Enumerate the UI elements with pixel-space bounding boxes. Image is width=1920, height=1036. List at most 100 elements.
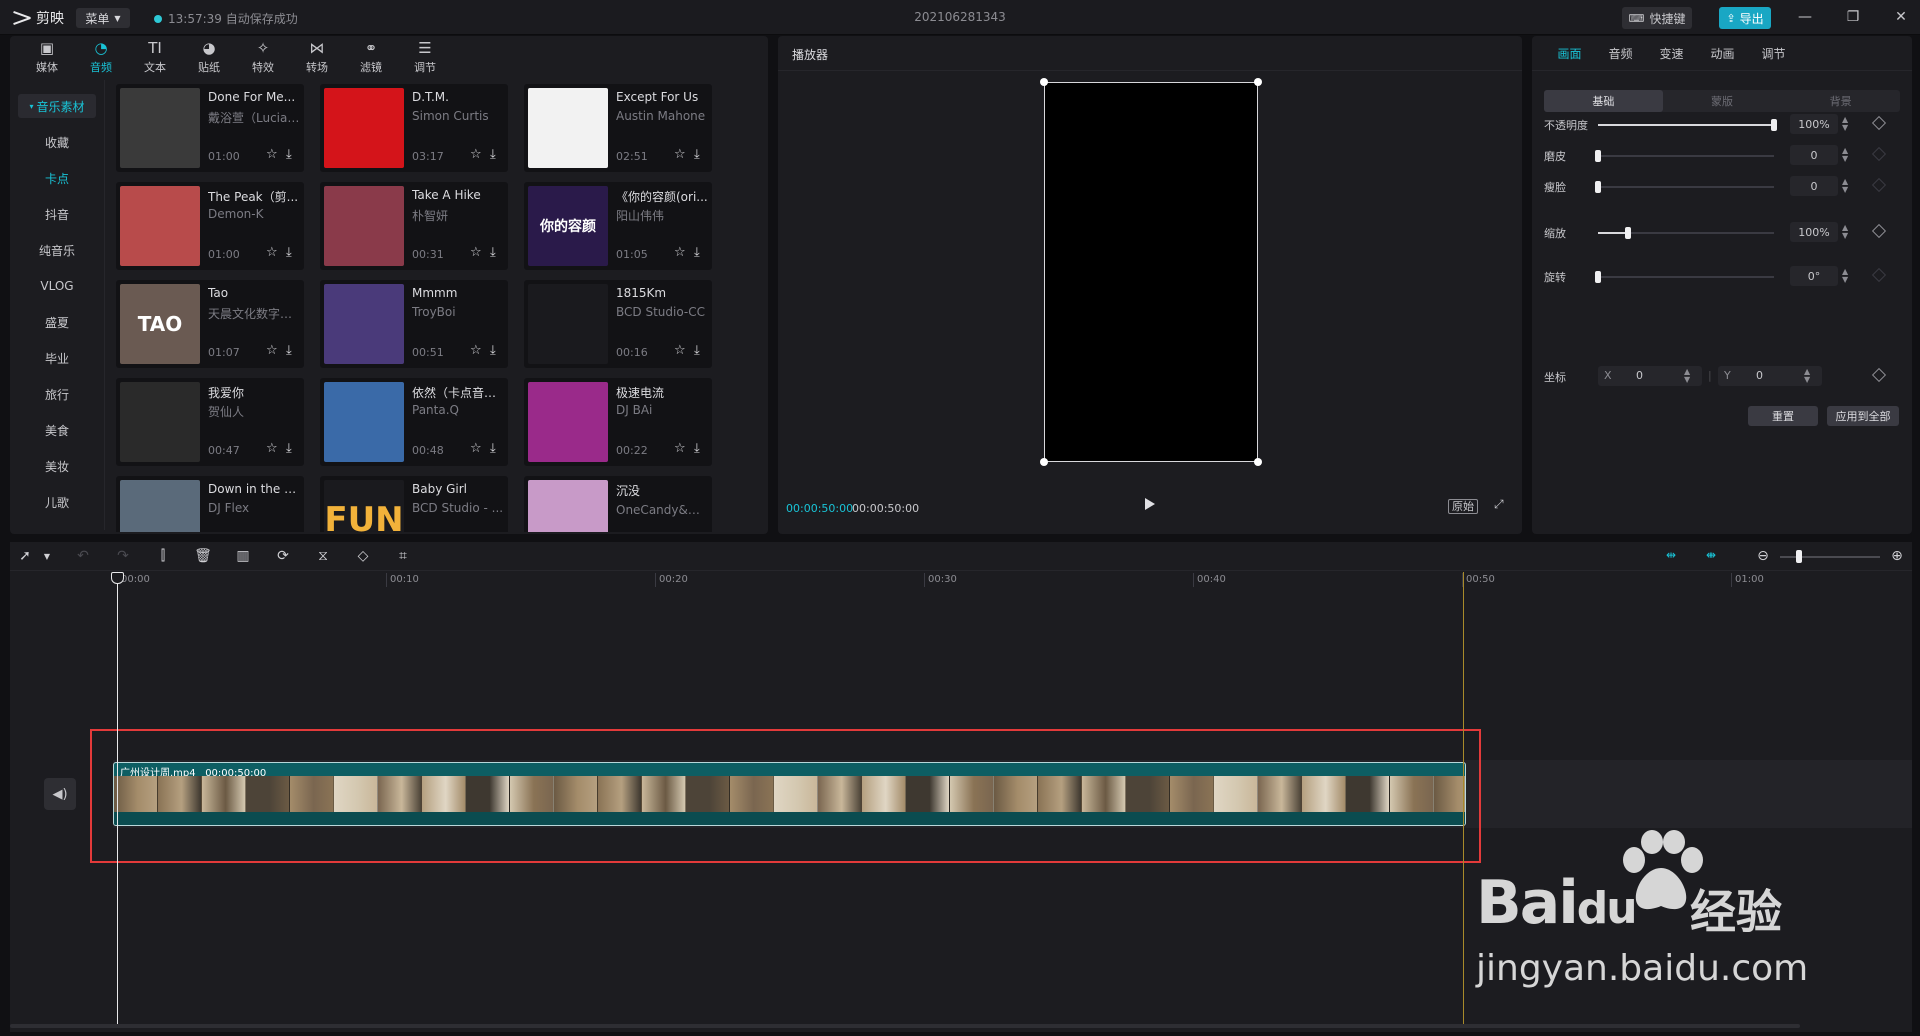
resize-handle[interactable] bbox=[1254, 78, 1262, 86]
music-card[interactable]: 我爱你 贺仙人 00:47 ☆ ⤓ bbox=[116, 378, 304, 466]
delete-icon[interactable]: 🗑 bbox=[194, 547, 212, 565]
stepper-icon[interactable]: ▲ ▼ bbox=[1684, 368, 1690, 384]
category-item[interactable]: 抖音 bbox=[10, 196, 104, 232]
property-slider[interactable] bbox=[1595, 181, 1774, 193]
snap-icon[interactable]: ⇹ bbox=[1662, 548, 1680, 562]
undo-icon[interactable]: ↶ bbox=[74, 547, 92, 565]
minimize-icon[interactable]: — bbox=[1790, 6, 1820, 28]
favorite-star-icon[interactable]: ☆ bbox=[470, 343, 482, 358]
sub-tab-basic[interactable]: 基础 bbox=[1544, 90, 1663, 112]
property-slider[interactable] bbox=[1598, 227, 1774, 239]
favorite-star-icon[interactable]: ☆ bbox=[470, 441, 482, 456]
tab-audio[interactable]: 音频 bbox=[1595, 36, 1646, 70]
linkage-icon[interactable]: ⇼ bbox=[1702, 548, 1720, 562]
tab-text[interactable]: TI 文本 bbox=[128, 36, 182, 78]
property-value-field[interactable]: 0° bbox=[1790, 266, 1838, 286]
shortcut-button[interactable]: ⌨ 快捷键 bbox=[1622, 7, 1692, 29]
keyframe-icon[interactable] bbox=[1871, 146, 1887, 162]
download-icon[interactable]: ⤓ bbox=[490, 147, 496, 162]
music-card[interactable]: Except For Us Austin Mahone 02:51 ☆ ⤓ bbox=[524, 84, 712, 172]
tab-audio[interactable]: ◔ 音频 bbox=[74, 36, 128, 78]
fullscreen-icon[interactable]: ⤢ bbox=[1494, 498, 1506, 510]
music-card[interactable]: 依然（卡点音乐） Panta.Q 00:48 ☆ ⤓ bbox=[320, 378, 508, 466]
favorite-star-icon[interactable]: ☆ bbox=[674, 343, 686, 358]
property-value-field[interactable]: 0 bbox=[1790, 176, 1838, 196]
chevron-down-icon[interactable]: ▼ bbox=[38, 547, 56, 565]
favorite-star-icon[interactable]: ☆ bbox=[470, 147, 482, 162]
tab-animation[interactable]: 动画 bbox=[1697, 36, 1748, 70]
tab-adjust[interactable]: 调节 bbox=[1748, 36, 1799, 70]
close-icon[interactable]: ✕ bbox=[1886, 6, 1916, 28]
music-card[interactable]: Take A Hike 朴智妍 00:31 ☆ ⤓ bbox=[320, 182, 508, 270]
music-card[interactable]: Mmmm TroyBoi 00:51 ☆ ⤓ bbox=[320, 280, 508, 368]
keyframe-icon[interactable] bbox=[1871, 223, 1887, 239]
download-icon[interactable]: ⤓ bbox=[286, 245, 292, 260]
horizontal-scrollbar[interactable] bbox=[10, 1024, 1800, 1028]
tab-effects[interactable]: ✧ 特效 bbox=[236, 36, 290, 78]
tab-media[interactable]: ▣ 媒体 bbox=[20, 36, 74, 78]
menu-button[interactable]: 菜单 ▼ bbox=[76, 8, 130, 28]
split-icon[interactable]: ⫿ bbox=[154, 547, 172, 565]
stepper-icon[interactable]: ▲ ▼ bbox=[1842, 178, 1848, 194]
category-item[interactable]: VLOG bbox=[10, 268, 104, 304]
sub-tab-mask[interactable]: 蒙版 bbox=[1663, 90, 1782, 112]
download-icon[interactable]: ⤓ bbox=[286, 343, 292, 358]
tab-sticker[interactable]: ◕ 贴纸 bbox=[182, 36, 236, 78]
playhead[interactable] bbox=[117, 574, 118, 1026]
download-icon[interactable]: ⤓ bbox=[286, 441, 292, 456]
position-x-field[interactable]: X 0 ▲ ▼ bbox=[1598, 366, 1702, 386]
music-card[interactable]: 你的容颜 《你的容颜(ori... 阳山伟伟 01:05 ☆ ⤓ bbox=[524, 182, 712, 270]
slider-handle[interactable] bbox=[1595, 150, 1601, 162]
category-item[interactable]: 毕业 bbox=[10, 340, 104, 376]
tab-picture[interactable]: 画面 bbox=[1544, 36, 1595, 70]
crop-icon[interactable]: ⌗ bbox=[394, 547, 412, 565]
property-value-field[interactable]: 100% bbox=[1790, 222, 1838, 242]
download-icon[interactable]: ⤓ bbox=[490, 343, 496, 358]
download-icon[interactable]: ⤓ bbox=[490, 441, 496, 456]
slider-handle[interactable] bbox=[1771, 119, 1777, 131]
resize-handle[interactable] bbox=[1040, 78, 1048, 86]
rotate-icon[interactable]: ◇ bbox=[354, 547, 372, 565]
reset-button[interactable]: 重置 bbox=[1748, 406, 1818, 426]
download-icon[interactable]: ⤓ bbox=[694, 245, 700, 260]
music-card[interactable]: D.T.M. Simon Curtis 03:17 ☆ ⤓ bbox=[320, 84, 508, 172]
keyframe-icon[interactable] bbox=[1871, 367, 1887, 383]
category-item[interactable]: 盛夏 bbox=[10, 304, 104, 340]
download-icon[interactable]: ⤓ bbox=[490, 245, 496, 260]
preview-canvas[interactable] bbox=[1040, 78, 1262, 466]
music-card[interactable]: 1815Km BCD Studio-CC 00:16 ☆ ⤓ bbox=[524, 280, 712, 368]
zoom-slider[interactable] bbox=[1780, 556, 1880, 558]
property-value-field[interactable]: 0 bbox=[1790, 145, 1838, 165]
favorite-star-icon[interactable]: ☆ bbox=[674, 147, 686, 162]
slider-handle[interactable] bbox=[1595, 181, 1601, 193]
music-card[interactable]: TAO Tao 天晨文化数字唱片 01:07 ☆ ⤓ bbox=[116, 280, 304, 368]
music-card[interactable]: Done For Me... 戴浴萱（Lucian... 01:00 ☆ ⤓ bbox=[116, 84, 304, 172]
keyframe-icon[interactable] bbox=[1871, 267, 1887, 283]
keyframe-icon[interactable] bbox=[1871, 115, 1887, 131]
music-card[interactable]: 极速电流 DJ BAi 00:22 ☆ ⤓ bbox=[524, 378, 712, 466]
zoom-in-icon[interactable]: ⊕ bbox=[1888, 547, 1906, 565]
apply-all-button[interactable]: 应用到全部 bbox=[1827, 406, 1899, 426]
tab-transition[interactable]: ⋈ 转场 bbox=[290, 36, 344, 78]
property-slider[interactable] bbox=[1595, 150, 1774, 162]
mirror-icon[interactable]: ⧖ bbox=[314, 547, 332, 565]
slider-handle[interactable] bbox=[1595, 271, 1601, 283]
property-slider[interactable] bbox=[1598, 119, 1777, 131]
freeze-frame-icon[interactable]: ▥ bbox=[234, 547, 252, 565]
category-item[interactable]: 美妆 bbox=[10, 448, 104, 484]
stepper-icon[interactable]: ▲ ▼ bbox=[1842, 224, 1848, 240]
slider-handle[interactable] bbox=[1624, 227, 1631, 239]
sub-tab-background[interactable]: 背景 bbox=[1781, 90, 1900, 112]
download-icon[interactable]: ⤓ bbox=[286, 147, 292, 162]
music-card[interactable]: The Peak（剪... Demon-K 01:00 ☆ ⤓ bbox=[116, 182, 304, 270]
ratio-button[interactable]: 原始 bbox=[1448, 499, 1478, 514]
favorite-star-icon[interactable]: ☆ bbox=[470, 245, 482, 260]
favorite-star-icon[interactable]: ☆ bbox=[674, 441, 686, 456]
download-icon[interactable]: ⤓ bbox=[694, 343, 700, 358]
export-button[interactable]: ⇪ 导出 bbox=[1719, 7, 1771, 29]
select-pointer-icon[interactable]: ➚ bbox=[16, 547, 34, 565]
category-item[interactable]: 纯音乐 bbox=[10, 232, 104, 268]
tab-speed[interactable]: 变速 bbox=[1646, 36, 1697, 70]
play-icon[interactable] bbox=[1145, 498, 1155, 510]
stepper-icon[interactable]: ▲ ▼ bbox=[1842, 116, 1848, 132]
